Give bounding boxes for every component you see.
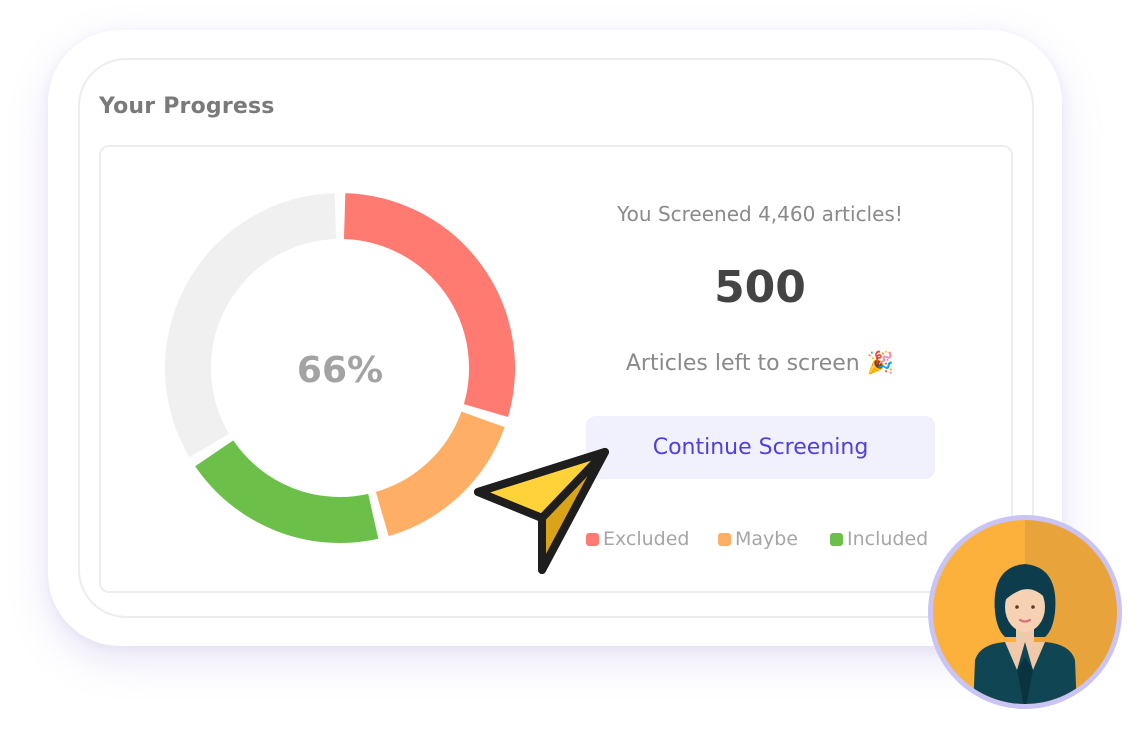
cursor-arrow-icon [474, 448, 609, 574]
legend-label-maybe: Maybe [735, 528, 799, 550]
legend-swatch-included [830, 532, 843, 546]
legend-item-maybe: Maybe [718, 528, 798, 550]
legend-label-included: Included [847, 528, 929, 550]
remaining-label: Articles left to screen 🎉 [625, 351, 895, 376]
donut-slice-remaining [165, 193, 337, 458]
legend-swatch-maybe [718, 532, 731, 546]
donut-slice-maybe [375, 410, 505, 537]
legend-item-included: Included [830, 528, 928, 550]
continue-screening-button[interactable]: Continue Screening [586, 416, 935, 479]
chart-legend: Excluded Maybe Included [586, 528, 946, 552]
donut-percent-label: 66% [296, 350, 384, 391]
remaining-count: 500 [714, 262, 806, 313]
user-avatar [928, 515, 1122, 709]
section-title: Your Progress [99, 94, 275, 119]
donut-slice-included [195, 439, 379, 543]
screened-count-text: You Screened 4,460 articles! [617, 202, 903, 226]
